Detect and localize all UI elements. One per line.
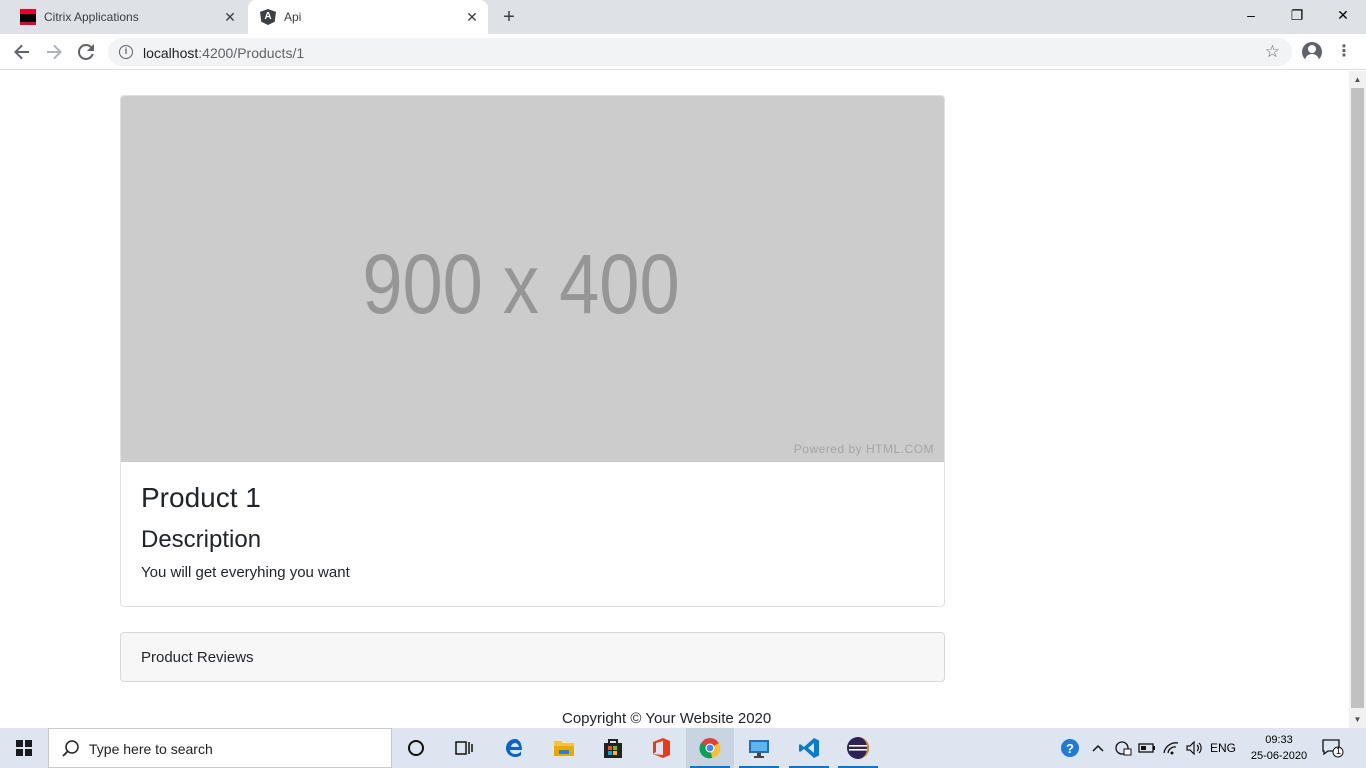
eclipse-icon[interactable]	[834, 728, 882, 768]
file-explorer-icon[interactable]	[540, 728, 588, 768]
product-title: Product 1	[141, 482, 261, 513]
notification-count: 1	[1335, 746, 1341, 756]
battery-icon[interactable]	[1136, 728, 1158, 768]
svg-text:?: ?	[1066, 741, 1074, 756]
taskbar-search-box[interactable]: Type here to search	[48, 728, 392, 768]
chrome-icon[interactable]	[686, 728, 734, 768]
address-bar[interactable]: i localhost:4200/Products/1 ☆	[108, 38, 1292, 66]
window-close-button[interactable]: ✕	[1320, 0, 1366, 30]
search-icon	[62, 740, 79, 757]
help-icon[interactable]: ?	[1058, 728, 1082, 768]
close-icon[interactable]: ✕	[464, 9, 480, 25]
language-indicator[interactable]: ENG	[1208, 728, 1238, 768]
description-heading: Description	[141, 526, 262, 553]
tab-citrix-applications[interactable]: Citrix Applications ✕	[8, 0, 246, 34]
store-icon[interactable]	[589, 728, 637, 768]
restore-button[interactable]: ❐	[1274, 0, 1320, 30]
placeholder-credit: Powered by HTML.COM	[793, 442, 934, 456]
scroll-down-icon[interactable]: ▼	[1349, 711, 1366, 728]
clock-date: 25-06-2020	[1250, 750, 1308, 762]
remote-desktop-icon[interactable]	[735, 728, 783, 768]
bookmark-star-icon[interactable]: ☆	[1265, 42, 1280, 62]
task-view-icon[interactable]	[440, 728, 488, 768]
arrow-right-icon	[47, 44, 62, 60]
scrollbar-thumb[interactable]	[1351, 88, 1364, 708]
url-text: localhost:4200/Products/1	[143, 45, 305, 61]
tab-api[interactable]: A Api ✕	[248, 0, 488, 34]
clock-time: 09:33	[1265, 734, 1293, 746]
reload-button[interactable]	[74, 40, 98, 64]
vscode-icon[interactable]	[785, 728, 833, 768]
product-image-placeholder: 900 x 400 Powered by HTML.COM	[121, 96, 944, 462]
notification-center-icon[interactable]: 1	[1322, 738, 1344, 758]
windows-logo-icon	[16, 740, 32, 756]
citrix-icon	[20, 9, 36, 25]
back-button[interactable]	[10, 40, 34, 64]
wifi-icon[interactable]	[1160, 728, 1182, 768]
browser-tabstrip: Citrix Applications ✕ A Api ✕ + – ❐ ✕	[0, 0, 1366, 34]
profile-avatar-icon[interactable]	[1302, 42, 1322, 62]
info-icon[interactable]: i	[119, 45, 133, 59]
cortana-icon[interactable]	[392, 728, 440, 768]
forward-button[interactable]	[42, 40, 66, 64]
product-reviews-header[interactable]: Product Reviews	[120, 632, 945, 682]
vertical-scrollbar[interactable]: ▲ ▼	[1349, 71, 1366, 728]
browser-toolbar: i localhost:4200/Products/1 ☆ ⋮	[0, 34, 1366, 70]
page-viewport: 900 x 400 Powered by HTML.COM Product 1 …	[0, 71, 1349, 728]
system-clock[interactable]: 09:33 25-06-2020	[1244, 732, 1314, 764]
product-reviews-label: Product Reviews	[141, 649, 254, 666]
volume-icon[interactable]	[1184, 728, 1206, 768]
copyright-text: Copyright © Your Website 2020	[562, 710, 772, 727]
description-text: You will get everyhing you want	[141, 564, 350, 581]
kebab-menu-icon[interactable]: ⋮	[1336, 42, 1352, 62]
tab-title: Citrix Applications	[44, 10, 139, 24]
new-tab-button[interactable]: +	[498, 6, 520, 28]
reload-icon	[78, 44, 94, 60]
placeholder-dimensions: 900 x 400	[362, 237, 680, 331]
network-status-icon[interactable]	[1112, 728, 1134, 768]
start-button[interactable]	[0, 728, 48, 768]
edge-icon[interactable]	[491, 728, 539, 768]
search-placeholder: Type here to search	[89, 741, 213, 757]
product-card: 900 x 400 Powered by HTML.COM Product 1 …	[120, 95, 945, 607]
windows-taskbar: Type here to search ? ENG 09:33 25-06-20…	[0, 728, 1366, 768]
close-icon[interactable]: ✕	[222, 9, 238, 25]
tab-title: Api	[284, 10, 302, 24]
chevron-up-icon[interactable]	[1088, 728, 1108, 768]
scroll-up-icon[interactable]: ▲	[1349, 71, 1366, 88]
office-icon[interactable]	[637, 728, 685, 768]
minimize-button[interactable]: –	[1228, 0, 1274, 30]
angular-icon: A	[260, 9, 276, 25]
arrow-left-icon	[14, 44, 29, 60]
